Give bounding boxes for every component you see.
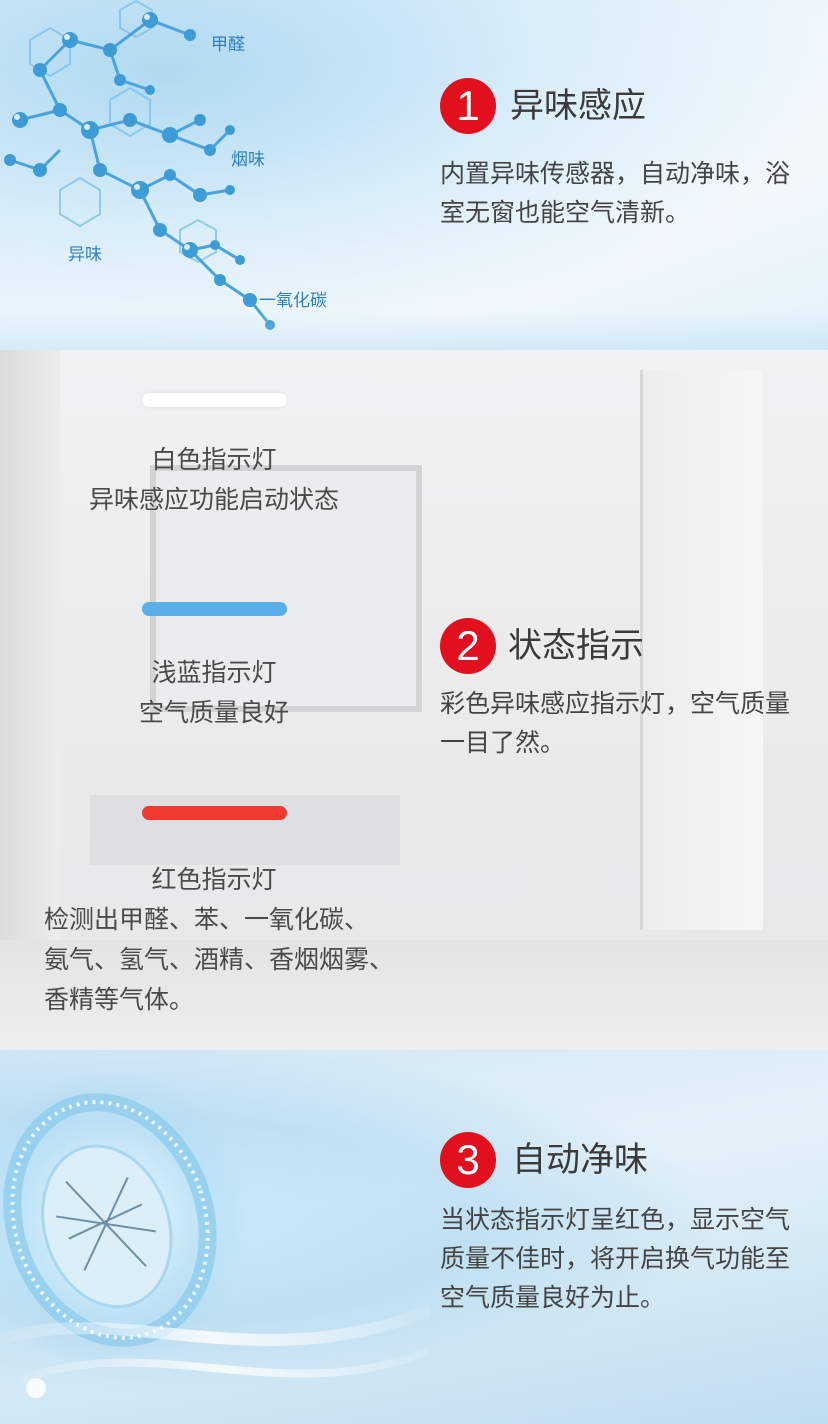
feature-number-badge: 3 bbox=[440, 1132, 496, 1188]
indicator-name: 白色指示灯 bbox=[151, 445, 277, 474]
status-indicator-section: 白色指示灯 异味感应功能启动状态 浅蓝指示灯 空气质量良好 红色指示灯 检测出甲… bbox=[0, 350, 828, 1050]
indicator-name: 浅蓝指示灯 bbox=[151, 658, 277, 687]
molecule-label-formaldehyde: 甲醛 bbox=[211, 35, 245, 55]
molecule-label-odor: 异味 bbox=[68, 245, 102, 265]
indicator-description: 香精等气体。 bbox=[44, 985, 195, 1014]
feature-title: 异味感应 bbox=[510, 86, 646, 126]
background-toilet bbox=[530, 820, 600, 930]
molecule-label-smoke: 烟味 bbox=[231, 150, 265, 170]
indicator-description: 氨气、氢气、酒精、香烟烟雾、 bbox=[44, 945, 395, 974]
indicator-bar-light-blue bbox=[142, 602, 287, 616]
auto-purify-section: 3 自动净味 当状态指示灯呈红色，显示空气质量不佳时，将开启换气功能至空气质量良… bbox=[0, 1050, 828, 1424]
feature-number-badge: 2 bbox=[440, 618, 496, 674]
molecule-label-carbon-monoxide: 一氧化碳 bbox=[259, 291, 327, 311]
indicator-description: 异味感应功能启动状态 bbox=[88, 485, 339, 514]
indicator-bar-white bbox=[142, 393, 287, 407]
feature-description: 内置异味传感器，自动净味，浴室无窗也能空气清新。 bbox=[440, 159, 791, 227]
indicator-bar-red bbox=[142, 806, 287, 820]
odor-sensing-section: 甲醛 烟味 异味 一氧化碳 1 异味感应 内置异味传感器，自动净味，浴室无窗也能… bbox=[0, 0, 828, 350]
feature-number-badge: 1 bbox=[440, 78, 496, 134]
feature-description: 当状态指示灯呈红色，显示空气质量不佳时，将开启换气功能至空气质量良好为止。 bbox=[440, 1205, 791, 1312]
indicator-description: 检测出甲醛、苯、一氧化碳、 bbox=[44, 905, 370, 934]
fan-illustration bbox=[0, 1070, 430, 1398]
indicator-name: 红色指示灯 bbox=[151, 865, 277, 894]
feature-title: 自动净味 bbox=[512, 1140, 648, 1180]
indicator-description: 空气质量良好 bbox=[138, 698, 289, 727]
molecule-illustration bbox=[4, 0, 275, 330]
background-shower-panel bbox=[640, 370, 763, 930]
feature-title: 状态指示 bbox=[508, 626, 644, 666]
feature-description: 彩色异味感应指示灯，空气质量一目了然。 bbox=[440, 689, 791, 757]
